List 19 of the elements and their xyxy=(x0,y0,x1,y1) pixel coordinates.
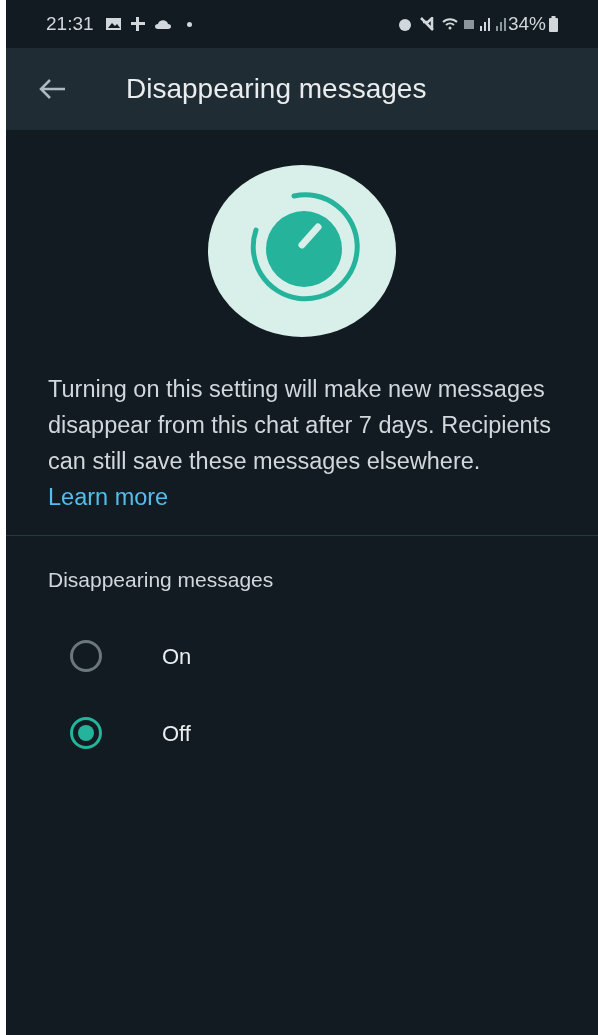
image-icon xyxy=(105,18,121,30)
option-label: Off xyxy=(162,719,191,748)
back-arrow-icon xyxy=(38,78,66,100)
radio-button[interactable] xyxy=(70,640,102,672)
learn-more-link[interactable]: Learn more xyxy=(48,484,169,510)
mute-icon xyxy=(419,17,434,31)
radio-button[interactable] xyxy=(70,717,102,749)
screen-title: Disappearing messages xyxy=(126,72,427,106)
option-label: On xyxy=(162,642,192,671)
signal-icon xyxy=(495,17,506,31)
cloud-icon xyxy=(154,19,171,29)
description-text: Turning on this setting will make new messages disappear from this chat after 7 days. Recipients can still save these messages elsewhere. Learn more xyxy=(47,375,552,512)
battery-icon xyxy=(549,16,558,32)
dot-icon xyxy=(186,21,192,27)
signal-icon xyxy=(479,17,490,31)
wifi-icon xyxy=(441,18,458,30)
status-time: 21:31 xyxy=(46,11,94,36)
battery-level: 34% xyxy=(507,11,546,36)
section-title: Disappearing messages xyxy=(48,567,274,593)
